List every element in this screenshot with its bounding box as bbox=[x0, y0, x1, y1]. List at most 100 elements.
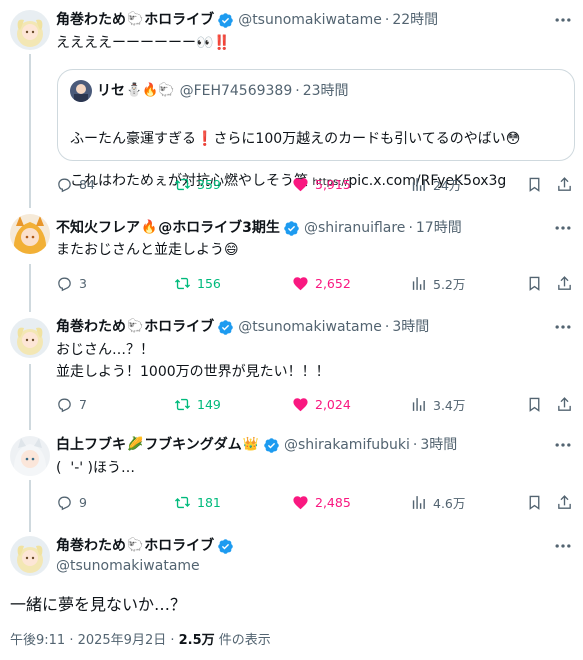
bookmark-button[interactable] bbox=[526, 492, 543, 512]
retweet-button[interactable]: 359 bbox=[174, 174, 221, 194]
tweet-actions: 9 181 2,485 4.6万 bbox=[56, 492, 576, 512]
analytics-icon bbox=[412, 397, 425, 411]
reply-button[interactable]: 9 bbox=[56, 492, 87, 512]
reply-button[interactable]: 3 bbox=[56, 273, 87, 293]
timestamp: 23時間 bbox=[302, 83, 349, 99]
tweet-text: ( '-' )ほう… bbox=[56, 460, 136, 476]
views-button[interactable]: 4.6万 bbox=[410, 492, 465, 512]
avatar[interactable] bbox=[10, 536, 50, 576]
avatar bbox=[70, 80, 92, 102]
verified-badge-icon bbox=[218, 319, 233, 335]
handle[interactable]: @shirakamifubuki bbox=[284, 435, 410, 455]
share-button[interactable] bbox=[556, 394, 573, 414]
retweet-button[interactable]: 149 bbox=[174, 394, 221, 414]
handle[interactable]: @tsunomakiwatame bbox=[56, 556, 200, 576]
bookmark-icon bbox=[529, 397, 540, 412]
verified-badge-icon bbox=[218, 12, 233, 28]
more-options-icon[interactable] bbox=[553, 218, 573, 238]
heart-icon bbox=[293, 177, 308, 191]
share-icon bbox=[558, 275, 571, 290]
tweet-actions: 3 156 2,652 5.2万 bbox=[56, 273, 576, 293]
reply-icon bbox=[58, 496, 71, 510]
display-name[interactable]: 角巻わため bbox=[56, 536, 126, 556]
heart-icon bbox=[293, 495, 308, 509]
retweet-button[interactable]: 181 bbox=[174, 492, 221, 512]
views-count: 3.4万 bbox=[433, 397, 466, 413]
more-options-icon[interactable] bbox=[553, 317, 573, 337]
bookmark-button[interactable] bbox=[526, 394, 543, 414]
avatar[interactable] bbox=[10, 436, 50, 476]
retweet-icon bbox=[174, 398, 191, 410]
bookmark-button[interactable] bbox=[526, 174, 543, 194]
timestamp[interactable]: 3時間 bbox=[420, 435, 457, 455]
more-options-icon[interactable] bbox=[553, 435, 573, 455]
share-button[interactable] bbox=[556, 492, 573, 512]
more-options-icon[interactable] bbox=[553, 10, 573, 30]
retweet-count: 359 bbox=[197, 176, 221, 192]
timestamp[interactable]: 午後9:11 · 2025年9月2日 bbox=[10, 633, 166, 648]
sheep-icon: 🐑 bbox=[127, 538, 144, 553]
handle: @FEH74569389 bbox=[179, 83, 293, 99]
heart-icon bbox=[293, 397, 308, 411]
display-name[interactable]: 白上フブキ bbox=[56, 435, 126, 455]
timestamp[interactable]: 22時間 bbox=[392, 10, 438, 30]
views-button[interactable]: 3.4万 bbox=[410, 394, 465, 414]
analytics-icon bbox=[412, 276, 425, 290]
fire-icon: 🔥 bbox=[141, 220, 158, 235]
tweet-text: またおじさんと並走しよう😄 bbox=[56, 242, 239, 258]
handle[interactable]: @tsunomakiwatame bbox=[238, 10, 382, 30]
corn-icon: 🌽 bbox=[127, 437, 144, 452]
display-name-suffix[interactable]: フブキングダム bbox=[144, 435, 242, 455]
snowman-icon: ⛄🔥🐑 bbox=[126, 83, 175, 98]
like-button[interactable]: 5,915 bbox=[292, 174, 351, 194]
views-count: 24万 bbox=[433, 177, 462, 193]
avatar[interactable] bbox=[10, 318, 50, 358]
reply-button[interactable]: 84 bbox=[56, 174, 95, 194]
timestamp[interactable]: 17時間 bbox=[416, 218, 462, 238]
handle[interactable]: @shiranuiflare bbox=[304, 218, 406, 238]
views-button[interactable]: 24万 bbox=[410, 174, 461, 194]
bookmark-icon bbox=[529, 276, 540, 291]
handle[interactable]: @tsunomakiwatame bbox=[238, 317, 382, 337]
display-name-suffix[interactable]: ホロライブ bbox=[144, 317, 214, 337]
share-icon bbox=[558, 396, 571, 411]
display-name[interactable]: 角巻わため bbox=[56, 317, 126, 337]
retweet-button[interactable]: 156 bbox=[174, 273, 221, 293]
display-name[interactable]: 不知火フレア bbox=[56, 218, 140, 238]
bookmark-button[interactable] bbox=[526, 273, 543, 293]
views-count: 4.6万 bbox=[433, 495, 466, 511]
bookmark-icon bbox=[529, 495, 540, 510]
quote-tweet[interactable]: リセ ⛄🔥🐑 @FEH74569389 · 23時間 ふーたん豪運すぎる❗さらに… bbox=[57, 69, 575, 189]
reply-icon bbox=[58, 178, 71, 192]
avatar[interactable] bbox=[10, 214, 50, 254]
avatar[interactable] bbox=[10, 10, 50, 50]
retweet-icon bbox=[174, 496, 191, 508]
sheep-icon: 🐑 bbox=[127, 12, 144, 27]
timestamp[interactable]: 3時間 bbox=[392, 317, 429, 337]
like-button[interactable]: 2,652 bbox=[292, 273, 351, 293]
tweet-meta: 午後9:11 · 2025年9月2日 · 2.5万 件の表示 bbox=[10, 633, 271, 648]
reply-count: 84 bbox=[79, 176, 95, 192]
thread-line bbox=[29, 480, 31, 532]
thread-line bbox=[29, 364, 31, 430]
reply-count: 7 bbox=[79, 396, 87, 412]
display-name[interactable]: 角巻わため bbox=[56, 10, 126, 30]
display-name-suffix[interactable]: ホロライブ bbox=[144, 536, 214, 556]
share-button[interactable] bbox=[556, 273, 573, 293]
share-button[interactable] bbox=[556, 174, 573, 194]
more-options-icon[interactable] bbox=[553, 536, 573, 556]
like-button[interactable]: 2,485 bbox=[292, 492, 351, 512]
share-icon bbox=[558, 176, 571, 191]
reply-count: 9 bbox=[79, 494, 87, 510]
views-button[interactable]: 5.2万 bbox=[410, 273, 465, 293]
retweet-count: 156 bbox=[197, 275, 221, 291]
reply-count: 3 bbox=[79, 275, 87, 291]
views-count: 2.5万 bbox=[178, 633, 215, 648]
display-name-suffix[interactable]: ホロライブ bbox=[144, 10, 214, 30]
display-name-suffix[interactable]: @ホロライブ3期生 bbox=[158, 218, 280, 238]
bookmark-icon bbox=[529, 177, 540, 192]
retweet-icon bbox=[174, 178, 191, 190]
like-button[interactable]: 2,024 bbox=[292, 394, 351, 414]
views-label: 件の表示 bbox=[218, 633, 271, 648]
reply-button[interactable]: 7 bbox=[56, 394, 87, 414]
